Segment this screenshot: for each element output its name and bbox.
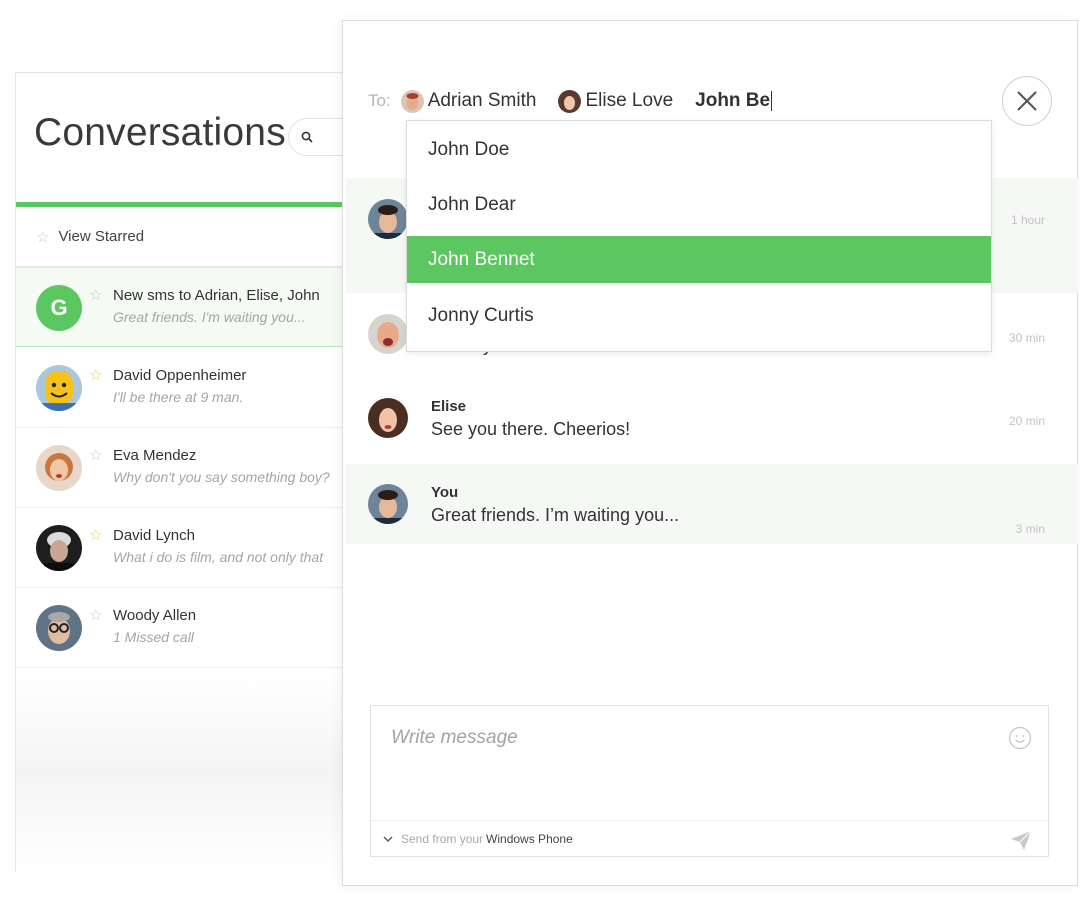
recipient-chip[interactable]: Elise Love — [558, 89, 674, 113]
avatar — [368, 314, 408, 354]
avatar — [400, 89, 424, 113]
conversation-preview: What i do is film, and not only that — [113, 549, 324, 565]
message-sender: You — [431, 484, 459, 501]
message-time: 1 hour — [1010, 213, 1045, 227]
composer-footer: Send from your Windows Phone — [371, 820, 1048, 857]
recipient-chip[interactable]: Adrian Smith — [400, 89, 537, 113]
avatar: G — [36, 285, 82, 331]
star-icon[interactable]: ☆ — [89, 446, 102, 464]
recipient-input[interactable]: John Be — [695, 90, 773, 112]
recipients-field[interactable]: To: Adrian Smith Elise Love John Be — [368, 87, 773, 115]
conversation-preview: I'll be there at 9 man. — [113, 389, 244, 405]
device-selector[interactable]: Windows Phone — [486, 832, 573, 846]
recipient-name: Adrian Smith — [427, 90, 537, 111]
avatar — [368, 199, 408, 239]
message-text: Great friends. I’m waiting you... — [431, 505, 680, 525]
avatar — [36, 445, 82, 491]
conversation-preview: Why don't you say something boy? — [113, 469, 330, 485]
avatar — [368, 398, 408, 438]
view-starred-label: View Starred — [58, 228, 145, 245]
view-starred-button[interactable]: ☆ View Starred — [16, 207, 346, 267]
send-from-label: Send from your — [401, 832, 484, 846]
emoji-icon[interactable] — [1008, 726, 1032, 750]
suggestion-item-selected[interactable]: John Bennet — [407, 236, 991, 283]
suggestion-item[interactable]: John Dear — [407, 181, 991, 228]
message-time: 20 min — [1008, 414, 1045, 428]
conversation-item[interactable]: G ☆ New sms to Adrian, Elise, John Great… — [16, 267, 346, 347]
suggestion-item[interactable]: John Doe — [407, 126, 991, 173]
recipient-suggestions: John Doe John Dear John Bennet Jonny Cur… — [406, 120, 992, 352]
message-composer[interactable]: Write message Send from your Windows Pho… — [370, 705, 1049, 857]
conversation-name: David Lynch — [113, 527, 195, 544]
conversation-name: New sms to Adrian, Elise, John — [113, 287, 320, 304]
conversation-item[interactable]: ☆ David Oppenheimer I'll be there at 9 m… — [16, 348, 346, 428]
recipient-name: Elise Love — [585, 90, 674, 111]
message-row: You Great friends. I’m waiting you... 3 … — [346, 464, 1078, 544]
conversation-preview: 1 Missed call — [113, 629, 194, 645]
conversation-name: Woody Allen — [113, 607, 197, 624]
star-icon[interactable]: ☆ — [89, 366, 102, 384]
avatar — [368, 484, 408, 524]
conversation-name: Eva Mendez — [113, 447, 197, 464]
conversation-item[interactable]: ☆ Eva Mendez Why don't you say something… — [16, 428, 346, 508]
star-icon[interactable]: ☆ — [89, 286, 102, 304]
star-icon[interactable]: ☆ — [89, 526, 102, 544]
conversation-preview: Great friends. I'm waiting you... — [113, 309, 306, 325]
conversation-item[interactable]: ☆ Woody Allen 1 Missed call — [16, 588, 346, 668]
avatar — [36, 525, 82, 571]
suggestion-item[interactable]: Jonny Curtis — [407, 292, 991, 339]
close-button[interactable] — [1002, 76, 1052, 126]
chevron-down-icon[interactable] — [383, 834, 393, 844]
message-time: 3 min — [1015, 522, 1045, 536]
conversation-name: David Oppenheimer — [113, 367, 247, 384]
message-time: 30 min — [1008, 331, 1045, 345]
conversation-item[interactable]: ☆ David Lynch What i do is film, and not… — [16, 508, 346, 588]
message-sender: Elise — [431, 398, 467, 415]
avatar — [558, 89, 582, 113]
page-title: Conversations — [34, 111, 286, 154]
send-icon[interactable] — [1010, 829, 1032, 851]
avatar — [36, 365, 82, 411]
message-row: Elise See you there. Cheerios! 20 min — [346, 384, 1078, 464]
message-text: See you there. Cheerios! — [431, 419, 631, 439]
search-icon — [301, 131, 313, 143]
compose-panel: To: Adrian Smith Elise Love John Be 1 ho… — [342, 20, 1078, 886]
conversations-panel: Conversations ☆ View Starred G ☆ New sms… — [15, 72, 368, 872]
star-icon: ☆ — [36, 228, 50, 246]
avatar — [36, 605, 82, 651]
to-label: To: — [368, 91, 391, 110]
message-input[interactable]: Write message — [391, 727, 518, 749]
star-icon[interactable]: ☆ — [89, 606, 102, 624]
close-icon — [1017, 91, 1037, 111]
